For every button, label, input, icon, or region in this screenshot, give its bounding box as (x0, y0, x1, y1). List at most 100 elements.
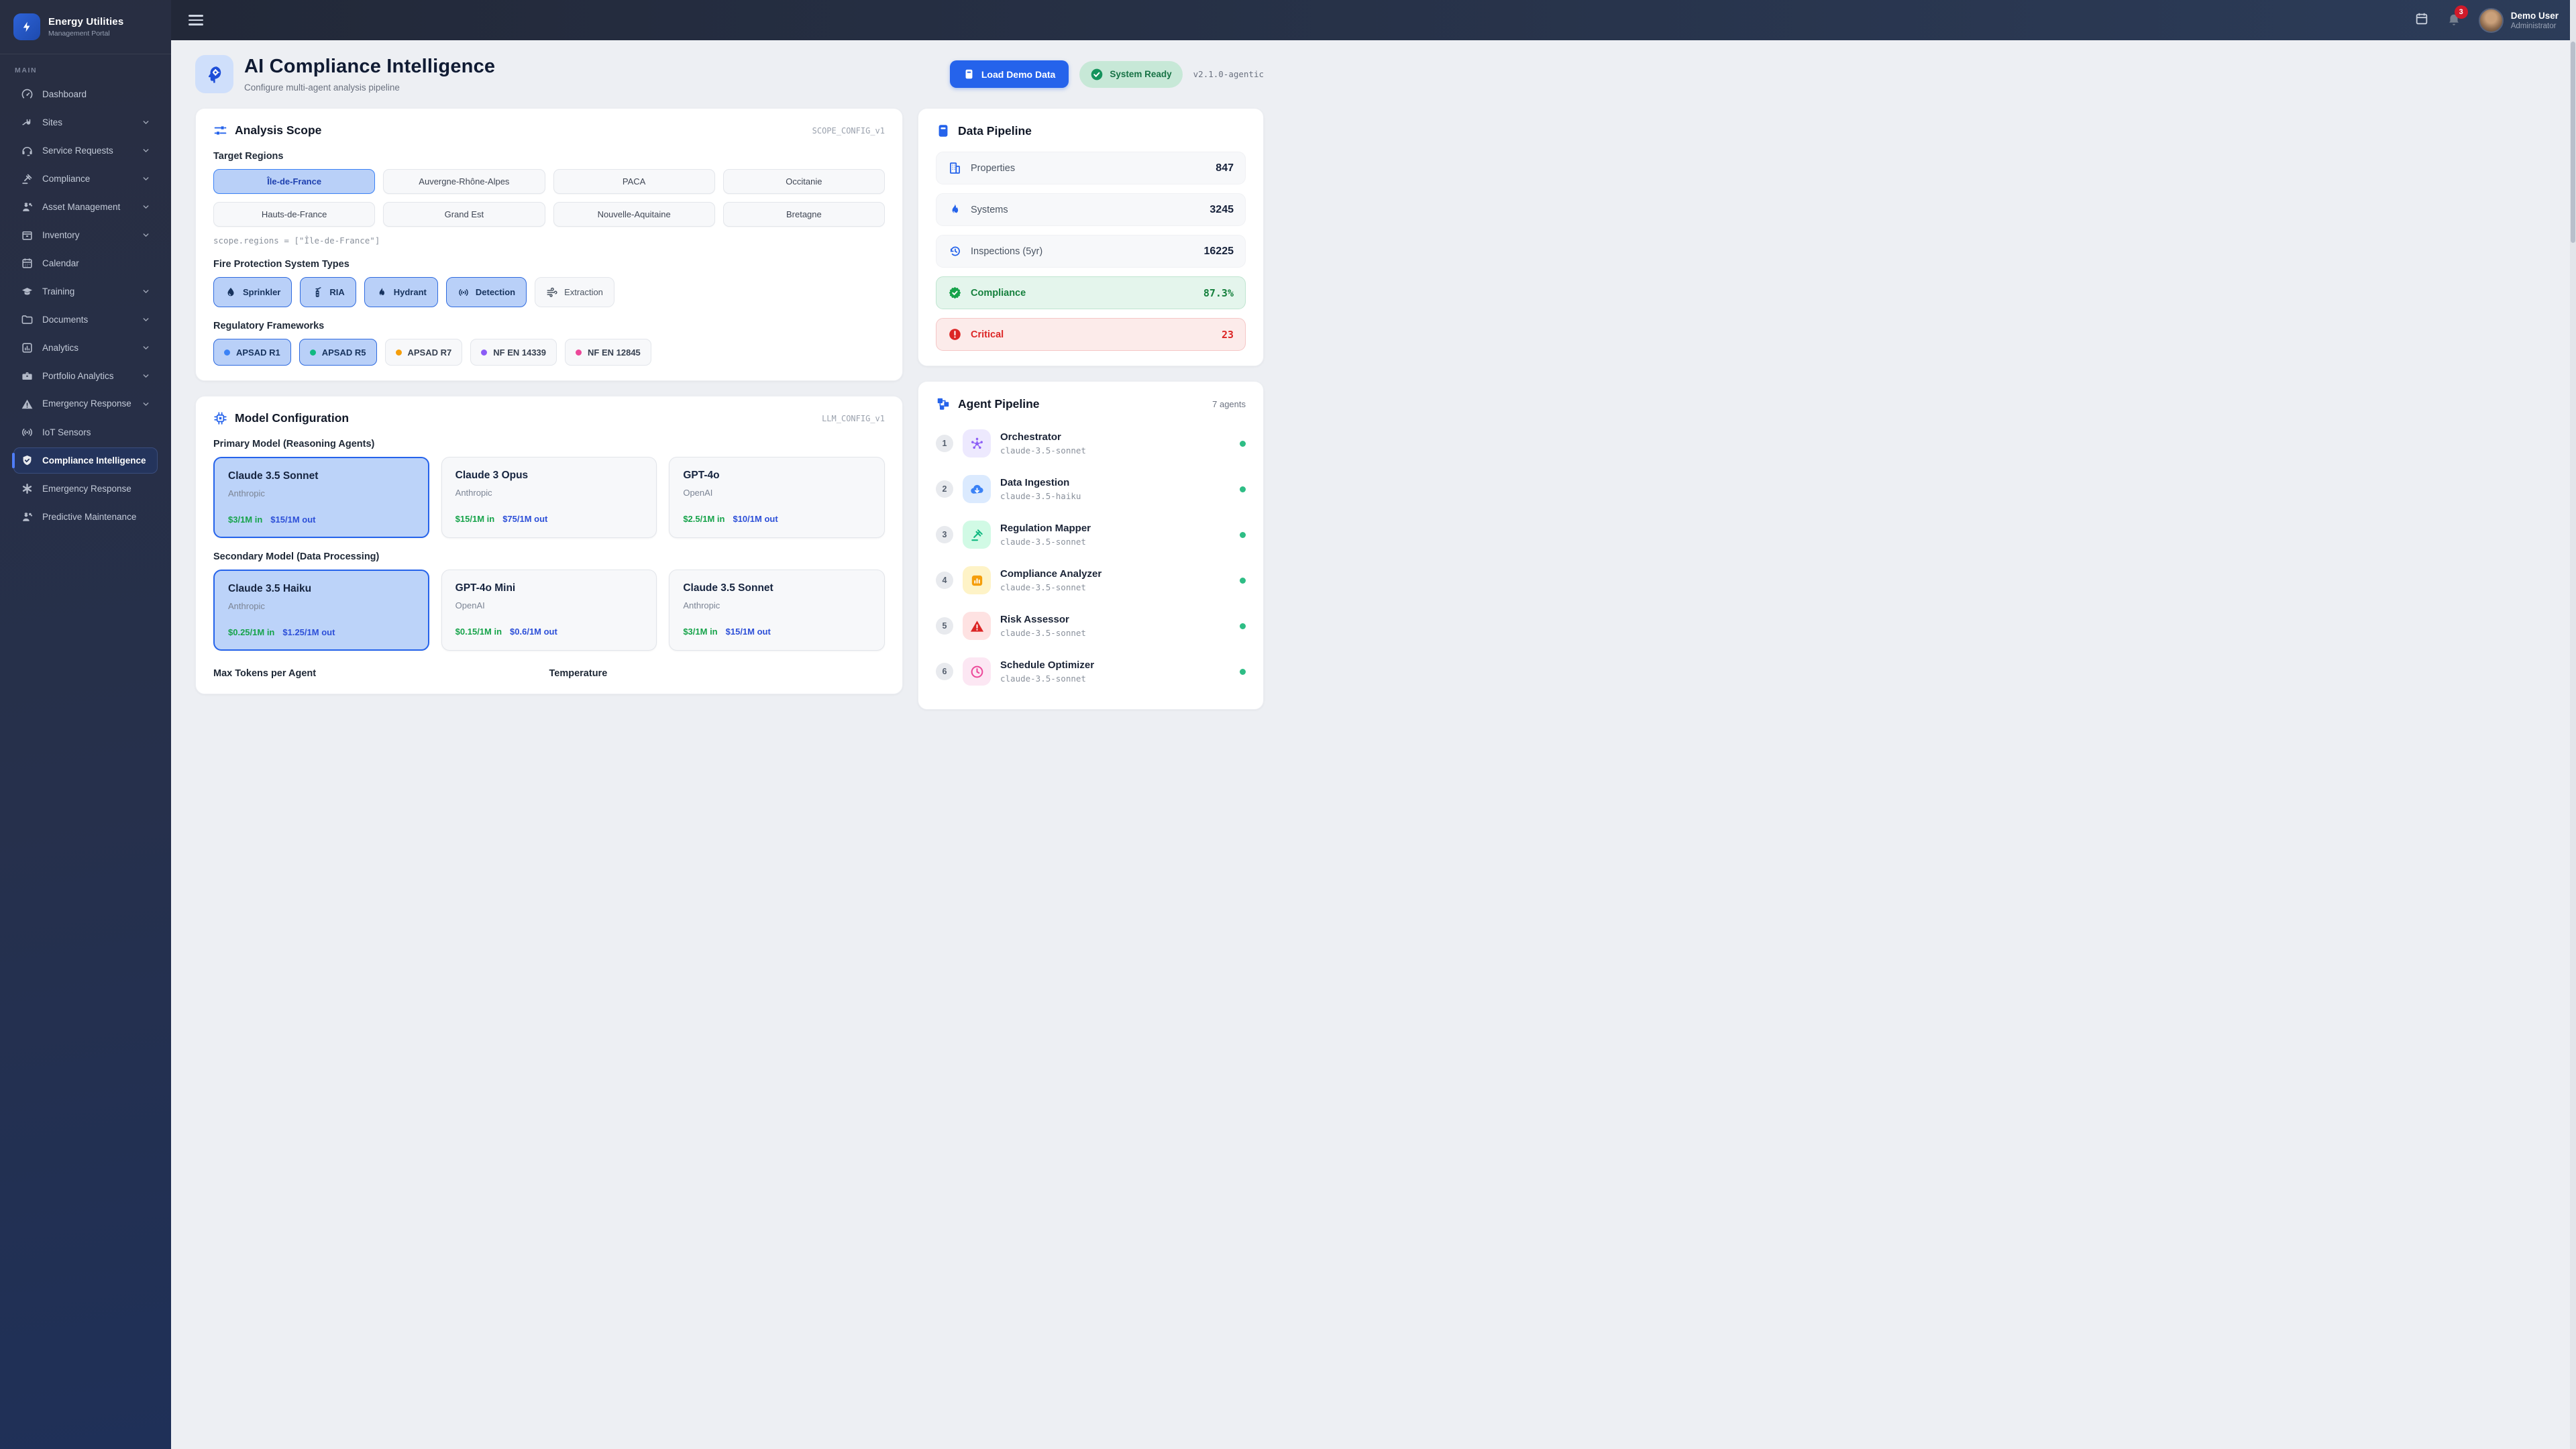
sidebar-item-analytics[interactable]: Analytics (13, 335, 158, 361)
region-nouvelle-aquitaine[interactable]: Nouvelle-Aquitaine (553, 202, 715, 227)
sidebar-item-compliance[interactable]: Compliance (13, 166, 158, 192)
system-ria[interactable]: RIA (300, 277, 356, 307)
status-dot (1240, 440, 1246, 447)
ai-head-icon (195, 55, 233, 93)
framework-apsad-r7[interactable]: APSAD R7 (384, 339, 463, 366)
framework-apsad-r5[interactable]: APSAD R5 (299, 339, 377, 366)
agent-row-compliance-analyzer[interactable]: 4 Compliance Analyzer claude-3.5-sonnet (936, 557, 1246, 603)
notifications-bell-icon[interactable]: 3 (2447, 5, 2468, 30)
hamburger-menu-icon[interactable] (189, 12, 203, 28)
sidebar-item-portfolio-analytics[interactable]: Portfolio Analytics (13, 363, 158, 389)
model-configuration-card: Model Configuration LLM_CONFIG_v1 Primar… (195, 396, 903, 694)
worker-icon (23, 203, 33, 211)
model-gpt-4o-mini[interactable]: GPT-4o Mini OpenAI $0.15/1M in $0.6/1M ou… (441, 570, 657, 651)
sidebar-item-emergency-response-2[interactable]: Emergency Response (13, 476, 158, 502)
graduation-cap-icon (21, 287, 33, 295)
model-gpt-4o[interactable]: GPT-4o OpenAI $2.5/1M in $10/1M out (669, 457, 885, 538)
model-claude-35-sonnet-secondary[interactable]: Claude 3.5 Sonnet Anthropic $3/1M in $15/… (669, 570, 885, 651)
sidebar: Energy Utilities Management Portal MAIN … (0, 0, 171, 1449)
framework-dot (224, 349, 230, 356)
clock-icon (971, 665, 983, 678)
agent-row-schedule-optimizer[interactable]: 6 Schedule Optimizer claude-3.5-sonnet (936, 649, 1246, 694)
sidebar-item-documents[interactable]: Documents (13, 307, 158, 333)
agent-row-data-ingestion[interactable]: 2 Data Ingestion claude-3.5-haiku (936, 466, 1246, 512)
model-claude-35-sonnet[interactable]: Claude 3.5 Sonnet Anthropic $3/1M in $15/… (213, 457, 429, 538)
chevron-down-icon (143, 149, 149, 153)
agent-list: 1 Orchestrator claude-3.5-sonnet 2 Data … (936, 421, 1246, 694)
system-types-row: Sprinkler RIA Hydrant Detection Extracti… (213, 277, 885, 307)
model-claude-35-haiku[interactable]: Claude 3.5 Haiku Anthropic $0.25/1M in $1… (213, 570, 429, 651)
agent-row-orchestrator[interactable]: 1 Orchestrator claude-3.5-sonnet (936, 421, 1246, 466)
sidebar-item-training[interactable]: Training (13, 278, 158, 305)
signal-icon (22, 428, 32, 437)
worker-gear-icon (23, 513, 33, 521)
shield-check-icon (23, 455, 32, 466)
page-title: AI Compliance Intelligence (244, 56, 496, 77)
system-extraction[interactable]: Extraction (535, 277, 614, 307)
app-subtitle: Management Portal (48, 30, 110, 38)
region-occitanie[interactable]: Occitanie (722, 169, 885, 194)
sidebar-item-compliance-intelligence[interactable]: Compliance Intelligence (12, 447, 158, 474)
sidebar-item-calendar[interactable]: Calendar (13, 250, 158, 276)
topbar: 3 Demo User Administrator (171, 0, 2576, 40)
sidebar-item-emergency-response[interactable]: Emergency Response (13, 391, 158, 417)
system-types-label: Fire Protection System Types (213, 259, 350, 270)
sidebar-item-iot-sensors[interactable]: IoT Sensors (13, 419, 158, 445)
bar-chart-icon (22, 343, 32, 353)
bolt-icon (23, 21, 30, 32)
database-icon (965, 69, 973, 79)
sidebar-item-inventory[interactable]: Inventory (13, 222, 158, 248)
region-hauts-de-france[interactable]: Hauts-de-France (213, 202, 376, 227)
sidebar-item-service-requests[interactable]: Service Requests (13, 138, 158, 164)
region-bretagne[interactable]: Bretagne (722, 202, 885, 227)
notification-badge: 3 (2454, 5, 2468, 19)
user-name: Demo User (2510, 10, 2559, 21)
sidebar-item-sites[interactable]: Sites (13, 109, 158, 136)
droplet-icon (227, 287, 234, 296)
temperature-label: Temperature (549, 668, 608, 679)
system-detection[interactable]: Detection (445, 277, 527, 307)
framework-nf-en-14339[interactable]: NF EN 14339 (470, 339, 557, 366)
framework-apsad-r1[interactable]: APSAD R1 (213, 339, 291, 366)
system-sprinkler[interactable]: Sprinkler (213, 277, 292, 307)
secondary-model-grid: Claude 3.5 Haiku Anthropic $0.25/1M in $1… (213, 570, 885, 651)
user-menu[interactable]: Demo User Administrator (2478, 7, 2559, 33)
scrollbar-thumb[interactable] (2571, 42, 2575, 243)
load-demo-data-button[interactable]: Load Demo Data (949, 60, 1069, 88)
agent-row-regulation-mapper[interactable]: 3 Regulation Mapper claude-3.5-sonnet (936, 512, 1246, 557)
gavel-icon (22, 174, 32, 184)
plug-icon (22, 119, 31, 125)
primary-model-label: Primary Model (Reasoning Agents) (213, 439, 375, 449)
system-ready-badge: System Ready (1079, 60, 1183, 88)
region-ile-de-france[interactable]: Île-de-France (213, 169, 376, 194)
calendar-topbar-icon[interactable] (2414, 11, 2429, 30)
sidebar-header: Energy Utilities Management Portal (0, 0, 171, 54)
max-tokens-label: Max Tokens per Agent (213, 668, 317, 679)
workflow-icon (937, 398, 949, 410)
sidebar-item-asset-management[interactable]: Asset Management (13, 194, 158, 220)
framework-nf-en-12845[interactable]: NF EN 12845 (565, 339, 651, 366)
agent-row-risk-assessor[interactable]: 5 Risk Assessor claude-3.5-sonnet (936, 603, 1246, 649)
sidebar-item-dashboard[interactable]: Dashboard (13, 81, 158, 107)
model-claude-3-opus[interactable]: Claude 3 Opus Anthropic $15/1M in $75/1M … (441, 457, 657, 538)
page-scrollbar[interactable] (2570, 0, 2576, 1449)
building-icon (950, 162, 960, 174)
framework-dot (309, 349, 316, 356)
chevron-down-icon (143, 177, 149, 181)
status-dot (1240, 623, 1246, 629)
system-hydrant[interactable]: Hydrant (364, 277, 438, 307)
region-grand-est[interactable]: Grand Est (383, 202, 545, 227)
chevron-down-icon (143, 233, 149, 237)
headset-icon (22, 146, 32, 156)
agent-count: 7 agents (1212, 398, 1246, 409)
framework-dot (481, 349, 488, 356)
main-content: AI Compliance Intelligence Configure mul… (171, 40, 1288, 724)
status-dot (1240, 486, 1246, 492)
alert-circle-icon (949, 329, 961, 340)
region-paca[interactable]: PACA (553, 169, 715, 194)
sliders-icon (214, 126, 227, 135)
sidebar-item-predictive-maintenance[interactable]: Predictive Maintenance (13, 504, 158, 530)
history-clock-icon (950, 246, 960, 256)
region-auvergne-rhone-alpes[interactable]: Auvergne-Rhône-Alpes (383, 169, 545, 194)
page-subtitle: Configure multi-agent analysis pipeline (244, 83, 400, 93)
